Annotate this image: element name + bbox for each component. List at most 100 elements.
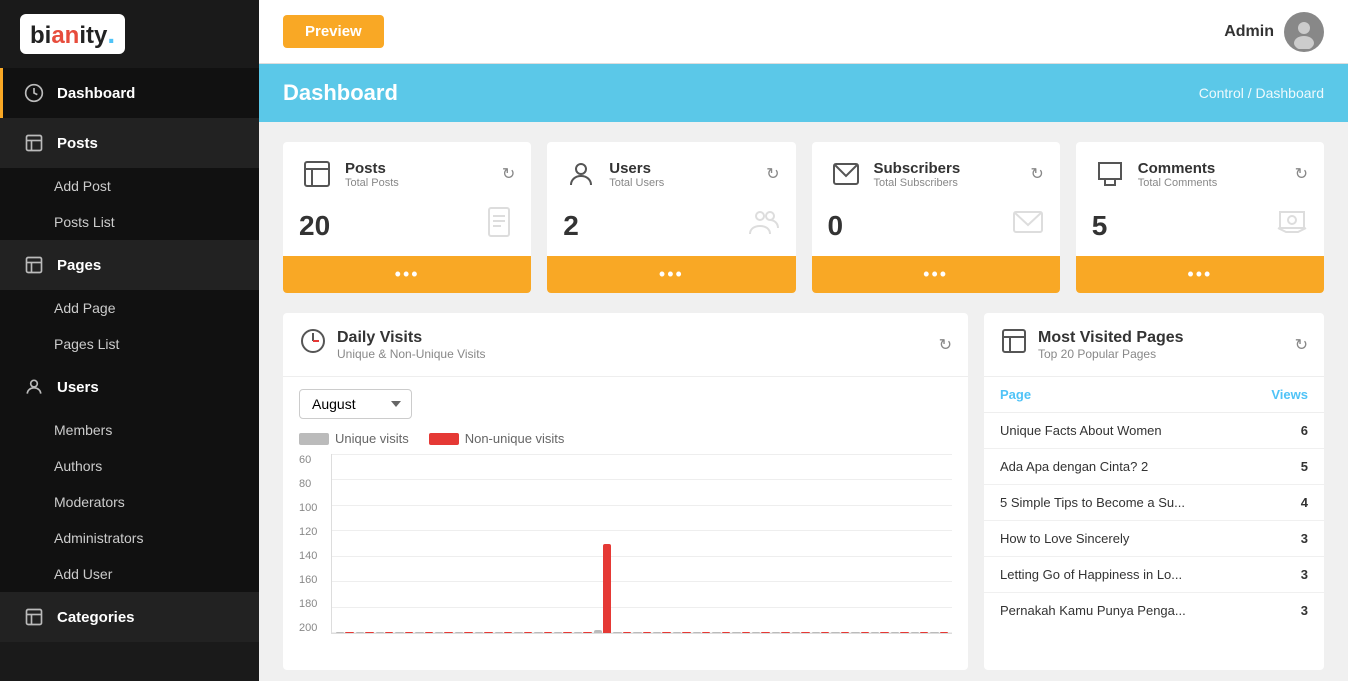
- stat-refresh-icon[interactable]: ↻: [502, 164, 515, 184]
- stat-body-icon: [1012, 206, 1044, 246]
- content-area: Posts Total Posts ↻ 20 ••• Users Total U…: [259, 122, 1348, 681]
- sidebar-item-pages[interactable]: Pages: [0, 240, 259, 290]
- chart-canvas: [331, 454, 952, 634]
- stat-subtitle-text: Total Comments: [1138, 177, 1217, 189]
- most-visited-subtitle: Top 20 Popular Pages: [1038, 347, 1184, 361]
- unique-bar: [534, 632, 542, 633]
- stat-icon: [299, 156, 335, 192]
- categories-icon: [23, 606, 45, 628]
- non-unique-bar: [702, 632, 710, 633]
- bar-group: [594, 454, 612, 633]
- non-unique-color: [429, 433, 459, 445]
- sidebar-subitem-add-post[interactable]: Add Post: [0, 168, 259, 204]
- stat-body: 20: [283, 200, 531, 256]
- posts-icon: [23, 132, 45, 154]
- non-unique-bar: [603, 544, 611, 634]
- bar-group: [633, 454, 651, 633]
- non-unique-bar: [801, 632, 809, 633]
- chart-bars: [332, 454, 952, 633]
- sidebar-item-dashboard[interactable]: Dashboard: [0, 68, 259, 118]
- stat-refresh-icon[interactable]: ↻: [1295, 164, 1308, 184]
- unique-bar: [752, 632, 760, 633]
- bar-group: [415, 454, 433, 633]
- stat-header: Users Total Users ↻: [547, 142, 795, 200]
- page-views: 3: [1301, 567, 1308, 582]
- pages-table: Page Views Unique Facts About Women 6 Ad…: [984, 377, 1324, 628]
- bar-group: [930, 454, 948, 633]
- most-visited-refresh-icon[interactable]: ↻: [1295, 335, 1308, 355]
- y-label: 140: [299, 550, 331, 562]
- bar-group: [653, 454, 671, 633]
- page-name: Ada Apa dengan Cinta? 2: [1000, 459, 1301, 474]
- sidebar-subitem-add-user[interactable]: Add User: [0, 556, 259, 592]
- stat-refresh-icon[interactable]: ↻: [1030, 164, 1043, 184]
- non-unique-bar: [841, 632, 849, 633]
- non-unique-bar: [425, 632, 433, 633]
- bar-group: [613, 454, 631, 633]
- non-unique-bar: [544, 632, 552, 633]
- y-label: 80: [299, 478, 331, 490]
- stat-number: 5: [1092, 210, 1108, 242]
- unique-bar: [594, 630, 602, 633]
- non-unique-bar: [682, 632, 690, 633]
- sidebar-item-label: Categories: [57, 609, 135, 626]
- sidebar-item-label: Users: [57, 379, 99, 396]
- stat-title-text: Comments: [1138, 160, 1217, 177]
- bar-group: [376, 454, 394, 633]
- pages-icon: [23, 254, 45, 276]
- sidebar-item-label: Pages: [57, 257, 101, 274]
- daily-visits-title: Daily Visits: [337, 329, 486, 347]
- preview-button[interactable]: Preview: [283, 15, 384, 48]
- bar-group: [455, 454, 473, 633]
- sidebar-subitem-pages-list[interactable]: Pages List: [0, 326, 259, 362]
- unique-bar: [376, 632, 384, 633]
- bar-group: [336, 454, 354, 633]
- unique-bar: [673, 632, 681, 633]
- non-unique-bar: [880, 632, 888, 633]
- logo-dot: .: [107, 18, 115, 49]
- bar-group: [574, 454, 592, 633]
- month-select[interactable]: JanuaryFebruaryMarchAprilMayJuneJulyAugu…: [299, 389, 412, 419]
- unique-bar: [891, 632, 899, 633]
- stat-footer[interactable]: •••: [1076, 256, 1324, 293]
- unique-bar: [911, 632, 919, 633]
- unique-bar: [712, 632, 720, 633]
- stat-footer[interactable]: •••: [547, 256, 795, 293]
- daily-visits-refresh-icon[interactable]: ↻: [939, 335, 952, 355]
- stat-footer[interactable]: •••: [812, 256, 1060, 293]
- sidebar-subitem-add-page[interactable]: Add Page: [0, 290, 259, 326]
- unique-bar: [851, 632, 859, 633]
- stat-body-icon: [748, 206, 780, 246]
- non-unique-bar: [940, 632, 948, 633]
- table-row: 5 Simple Tips to Become a Su... 4: [984, 485, 1324, 521]
- sidebar-item-categories[interactable]: Categories: [0, 592, 259, 642]
- bar-group: [831, 454, 849, 633]
- sidebar-item-users[interactable]: Users: [0, 362, 259, 412]
- unique-bar: [415, 632, 423, 633]
- sidebar: bianity. Dashboard Posts Add Post Posts …: [0, 0, 259, 681]
- stat-icon: [1092, 156, 1128, 192]
- stat-refresh-icon[interactable]: ↻: [766, 164, 779, 184]
- sidebar-subitem-members[interactable]: Members: [0, 412, 259, 448]
- stat-subtitle-text: Total Users: [609, 177, 664, 189]
- sidebar-subitem-moderators[interactable]: Moderators: [0, 484, 259, 520]
- sidebar-item-posts[interactable]: Posts: [0, 118, 259, 168]
- sidebar-subitem-administrators[interactable]: Administrators: [0, 520, 259, 556]
- stat-title-area: Users Total Users: [563, 156, 664, 192]
- table-row: Pernakah Kamu Punya Penga... 3: [984, 593, 1324, 628]
- non-unique-bar: [345, 632, 353, 633]
- bar-group: [693, 454, 711, 633]
- y-label: 180: [299, 598, 331, 610]
- unique-bar: [613, 632, 621, 633]
- legend-non-unique: Non-unique visits: [429, 431, 565, 446]
- table-row: How to Love Sincerely 3: [984, 521, 1324, 557]
- daily-visits-header: Daily Visits Unique & Non-Unique Visits …: [283, 313, 968, 377]
- sidebar-subitem-authors[interactable]: Authors: [0, 448, 259, 484]
- table-row: Letting Go of Happiness in Lo... 3: [984, 557, 1324, 593]
- non-unique-bar: [742, 632, 750, 633]
- stat-footer[interactable]: •••: [283, 256, 531, 293]
- sidebar-subitem-posts-list[interactable]: Posts List: [0, 204, 259, 240]
- unique-bar: [514, 632, 522, 633]
- unique-bar: [336, 632, 344, 633]
- logo: bianity.: [0, 0, 259, 68]
